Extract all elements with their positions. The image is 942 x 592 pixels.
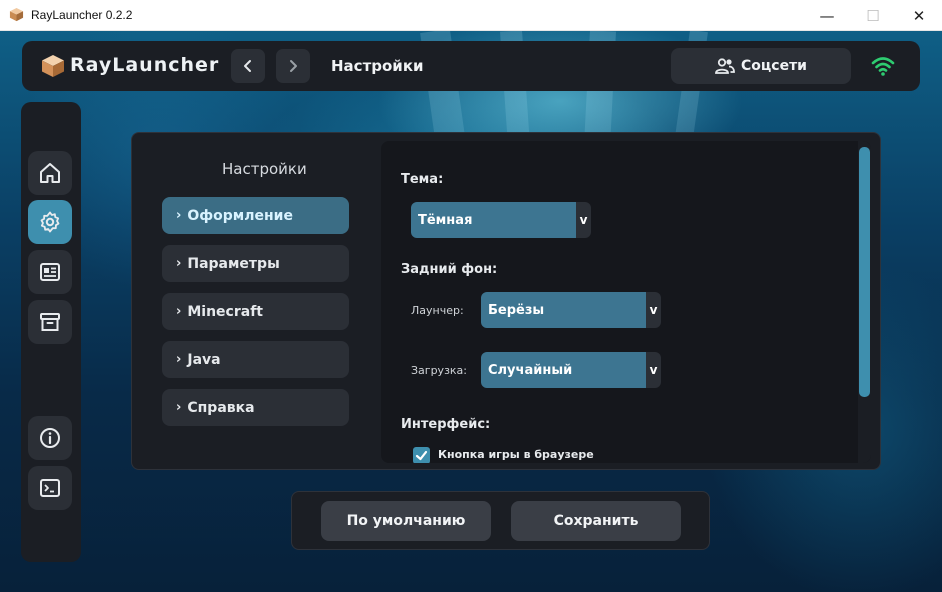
checkmark-icon (415, 450, 428, 461)
chevron-right-icon: › (176, 208, 182, 223)
chevron-down-icon: v (646, 352, 661, 388)
save-button[interactable]: Сохранить (511, 501, 681, 541)
newspaper-icon (40, 263, 60, 281)
settings-menu-label: Параметры (187, 255, 280, 272)
app-logo-text: RayLauncher (70, 54, 220, 76)
theme-label: Тема: (401, 172, 444, 187)
launcher-background-value: Берёзы (481, 292, 646, 328)
sidebar-item-settings[interactable] (28, 200, 72, 244)
settings-scrollbar-thumb[interactable] (859, 147, 870, 397)
loading-background-value: Случайный (481, 352, 646, 388)
home-icon (40, 163, 60, 183)
settings-menu-appearance[interactable]: › Оформление (162, 197, 349, 234)
settings-menu-minecraft[interactable]: › Minecraft (162, 293, 349, 330)
settings-menu-help[interactable]: › Справка (162, 389, 349, 426)
chevron-down-icon: v (576, 202, 591, 238)
wifi-icon (871, 57, 895, 76)
info-icon (40, 428, 60, 448)
app-header: RayLauncher Настройки Соцсети (22, 41, 920, 91)
chevron-left-icon (244, 60, 251, 72)
settings-menu-label: Minecraft (187, 303, 263, 320)
sidebar (21, 102, 81, 562)
page-title: Настройки (331, 57, 424, 75)
settings-panel: Настройки › Оформление › Параметры › Min… (131, 132, 881, 470)
chevron-right-icon: › (176, 352, 182, 367)
maximize-button[interactable]: ☐ (850, 0, 896, 31)
settings-actions: По умолчанию Сохранить (291, 491, 710, 550)
loading-background-select[interactable]: Случайный v (481, 352, 661, 388)
sidebar-item-console[interactable] (28, 466, 72, 510)
chevron-right-icon: › (176, 400, 182, 415)
theme-select-value: Тёмная (411, 202, 576, 238)
chevron-down-icon: v (646, 292, 661, 328)
reset-defaults-button[interactable]: По умолчанию (321, 501, 491, 541)
back-button[interactable] (231, 49, 265, 83)
users-icon (715, 58, 735, 74)
browser-game-button-label: Кнопка игры в браузере (438, 448, 594, 461)
loading-background-label: Загрузка: (411, 364, 468, 377)
social-button-label: Соцсети (741, 58, 807, 74)
chevron-right-icon (290, 60, 297, 72)
cube-logo-icon (42, 55, 64, 77)
interface-label: Интерфейс: (401, 417, 491, 432)
window-title: RayLauncher 0.2.2 (31, 8, 133, 22)
browser-game-button-checkbox[interactable] (413, 447, 430, 463)
chevron-right-icon: › (176, 304, 182, 319)
settings-menu-java[interactable]: › Java (162, 341, 349, 378)
window-titlebar: RayLauncher 0.2.2 — ☐ ✕ (0, 0, 942, 31)
app-cube-icon (9, 7, 24, 22)
app-area: RayLauncher Настройки Соцсети Настройки … (0, 31, 942, 592)
launcher-background-select[interactable]: Берёзы v (481, 292, 661, 328)
launcher-background-label: Лаунчер: (411, 304, 464, 317)
sidebar-item-archive[interactable] (28, 300, 72, 344)
theme-select[interactable]: Тёмная v (411, 202, 591, 238)
background-label: Задний фон: (401, 262, 498, 277)
settings-title: Настройки (222, 160, 307, 178)
forward-button[interactable] (276, 49, 310, 83)
minimize-button[interactable]: — (804, 0, 850, 31)
settings-menu-parameters[interactable]: › Параметры (162, 245, 349, 282)
settings-menu-label: Оформление (187, 207, 293, 224)
settings-menu-label: Java (187, 351, 221, 368)
settings-content: Тема: Тёмная v Задний фон: Лаунчер: Берё… (381, 141, 871, 463)
sidebar-item-info[interactable] (28, 416, 72, 460)
close-button[interactable]: ✕ (896, 0, 942, 31)
social-button[interactable]: Соцсети (671, 48, 851, 84)
archive-icon (40, 313, 60, 331)
settings-menu-label: Справка (187, 399, 255, 416)
sidebar-item-home[interactable] (28, 151, 72, 195)
terminal-icon (40, 479, 60, 497)
gear-icon (40, 211, 60, 233)
chevron-right-icon: › (176, 256, 182, 271)
sidebar-item-news[interactable] (28, 250, 72, 294)
